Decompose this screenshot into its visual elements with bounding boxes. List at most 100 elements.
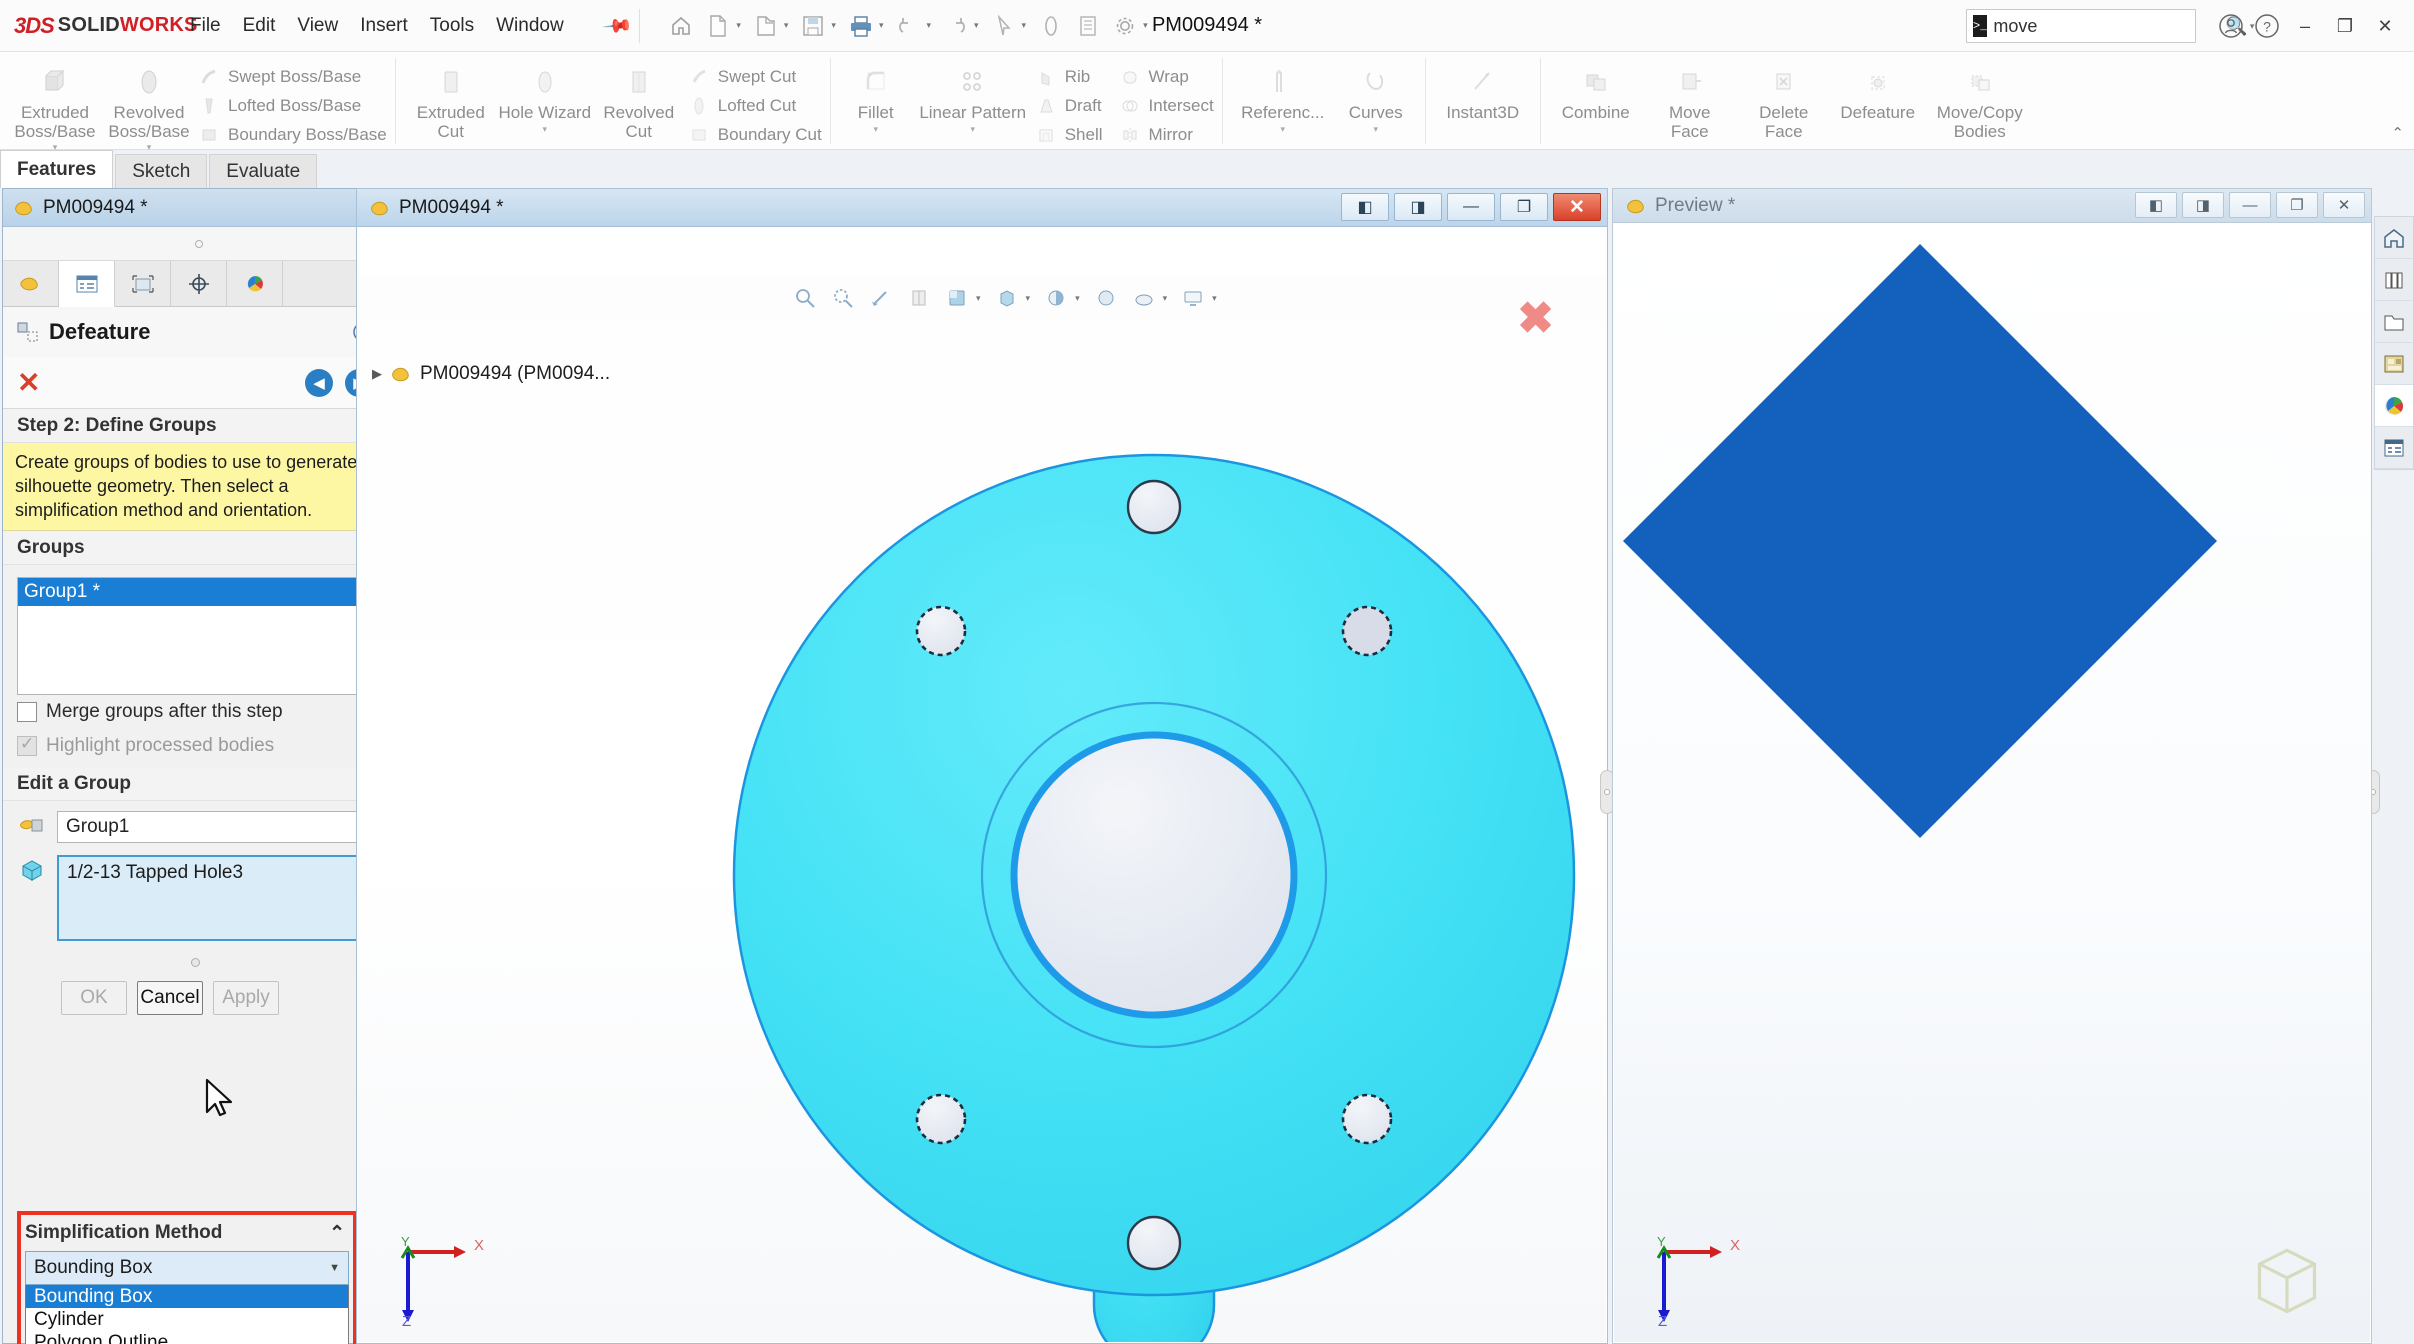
extruded-boss-base-button[interactable]: Extruded Boss/Base ▾ (8, 56, 102, 153)
chevron-down-icon[interactable]: ▾ (543, 124, 548, 135)
option-cylinder[interactable]: Cylinder (26, 1308, 348, 1331)
cancel-button[interactable]: Cancel (137, 981, 203, 1016)
menu-item-edit[interactable]: Edit (243, 15, 276, 37)
chevron-down-icon[interactable]: ▾ (1143, 20, 1148, 31)
chevron-down-icon[interactable]: ▾ (1280, 124, 1285, 135)
red-x-icon[interactable]: ✕ (17, 368, 40, 397)
menu-item-insert[interactable]: Insert (360, 15, 408, 37)
maximize-button[interactable]: ❐ (2276, 192, 2318, 218)
menu-item-tools[interactable]: Tools (430, 15, 474, 37)
menu-item-view[interactable]: View (297, 15, 338, 37)
task-pane-home-icon[interactable] (2375, 217, 2413, 259)
mirror-button[interactable]: Mirror (1117, 120, 1214, 149)
close-button[interactable]: ✕ (2323, 192, 2365, 218)
fillet-button[interactable]: Fillet ▾ (839, 56, 913, 135)
groups-listbox[interactable]: Group1 * (17, 577, 373, 696)
collapse-left-button[interactable]: ◧ (2135, 192, 2177, 218)
dimxpert-manager-tab[interactable] (171, 261, 227, 307)
select-icon[interactable] (987, 9, 1021, 43)
wrap-button[interactable]: Wrap (1117, 62, 1214, 91)
swept-boss-base-button[interactable]: Swept Boss/Base (196, 62, 387, 91)
restore-button[interactable]: ❐ (2326, 9, 2364, 43)
chevron-down-icon[interactable]: ▾ (873, 124, 878, 135)
simplification-method-combobox[interactable]: Bounding Box ▼ Bounding Box Cylinder Pol… (25, 1251, 349, 1344)
lofted-cut-button[interactable]: Lofted Cut (686, 91, 822, 120)
minimize-button[interactable]: – (2286, 9, 2324, 43)
boundary-boss-base-button[interactable]: Boundary Boss/Base (196, 120, 387, 149)
collapse-left-button[interactable]: ◧ (1341, 193, 1389, 221)
help-question-icon[interactable]: ? (2250, 9, 2284, 43)
intersect-button[interactable]: Intersect (1117, 91, 1214, 120)
chevron-down-icon[interactable]: ▾ (831, 20, 836, 31)
simplification-method-options[interactable]: Bounding Box Cylinder Polygon Outline Ti… (25, 1285, 349, 1344)
maximize-button[interactable]: ❐ (1500, 193, 1548, 221)
lofted-boss-base-button[interactable]: Lofted Boss/Base (196, 91, 387, 120)
chevron-down-icon[interactable]: ▾ (970, 124, 975, 135)
option-bounding-box[interactable]: Bounding Box (26, 1285, 348, 1308)
linear-pattern-button[interactable]: Linear Pattern ▾ (913, 56, 1033, 135)
preview-canvas[interactable]: X Z Y (1614, 223, 2370, 1342)
print-icon[interactable] (844, 9, 878, 43)
chevron-up-icon[interactable]: ⌃ (329, 1222, 345, 1245)
merge-groups-checkbox-row[interactable]: Merge groups after this step (3, 695, 387, 729)
chevron-down-icon[interactable]: ▾ (736, 20, 741, 31)
options-gear-icon[interactable] (1108, 9, 1142, 43)
property-manager-tab[interactable] (59, 261, 115, 307)
shell-button[interactable]: Shell (1033, 120, 1103, 149)
chevron-down-icon[interactable]: ▾ (1373, 124, 1378, 135)
hole-wizard-button[interactable]: Hole Wizard ▾ (498, 56, 592, 135)
part-model-graphic[interactable] (358, 275, 1606, 1342)
rib-button[interactable]: Rib (1033, 62, 1103, 91)
boundary-cut-button[interactable]: Boundary Cut (686, 120, 822, 149)
custom-properties-icon[interactable] (2375, 427, 2413, 469)
chevron-down-icon[interactable]: ▾ (879, 20, 884, 31)
tab-features[interactable]: Features (0, 150, 114, 188)
group-bodies-selectbox[interactable]: 1/2-13 Tapped Hole3 (57, 855, 373, 942)
swept-cut-button[interactable]: Swept Cut (686, 62, 822, 91)
home-icon[interactable] (664, 9, 698, 43)
curves-button[interactable]: Curves ▾ (1335, 56, 1417, 135)
menu-bar[interactable]: File Edit View Insert Tools Window 📌 (190, 10, 633, 41)
search-field[interactable] (1993, 15, 2226, 37)
draft-button[interactable]: Draft (1033, 91, 1103, 120)
save-icon[interactable] (796, 9, 830, 43)
new-document-icon[interactable] (701, 9, 735, 43)
view-cube-icon[interactable] (2250, 1244, 2324, 1318)
property-manager-grip[interactable] (3, 227, 387, 261)
configuration-manager-tab[interactable] (115, 261, 171, 307)
chevron-down-icon[interactable]: ▾ (974, 20, 979, 31)
account-circle-icon[interactable] (2214, 9, 2248, 43)
minimize-button[interactable]: — (2229, 192, 2271, 218)
undo-icon[interactable] (891, 9, 925, 43)
menu-item-file[interactable]: File (190, 15, 221, 37)
defeature-button[interactable]: Defeature (1831, 56, 1925, 123)
list-item[interactable]: Group1 * (18, 578, 372, 607)
chevron-down-icon[interactable]: ▼ (329, 1262, 340, 1274)
close-button[interactable]: ✕ (2366, 9, 2404, 43)
display-manager-tab[interactable] (227, 261, 283, 307)
menu-item-window[interactable]: Window (496, 15, 564, 37)
close-button[interactable]: ✕ (1553, 193, 1601, 221)
extruded-cut-button[interactable]: Extruded Cut (404, 56, 498, 141)
collapse-ribbon-button[interactable]: ⌃ (2391, 124, 2404, 142)
feature-manager-tree-tab[interactable] (3, 261, 59, 307)
combine-button[interactable]: Combine (1549, 56, 1643, 123)
chevron-down-icon[interactable]: ▾ (926, 20, 931, 31)
minimize-button[interactable]: — (1447, 193, 1495, 221)
quick-access-toolbar[interactable]: ▾ ▾ ▾ ▾ ▾ ▾ ▾ ▾ (664, 9, 1152, 43)
reference-geometry-button[interactable]: Referenc... ▾ (1231, 56, 1335, 135)
file-explorer-icon[interactable] (2375, 301, 2413, 343)
apply-button[interactable]: Apply (213, 981, 279, 1016)
search-input[interactable]: >_ 🔍 ▾ (1966, 9, 2254, 43)
revolved-boss-base-button[interactable]: Revolved Boss/Base ▾ (102, 56, 196, 153)
option-polygon-outline[interactable]: Polygon Outline (26, 1331, 348, 1344)
pin-icon[interactable]: 📌 (601, 9, 635, 43)
simplification-method-selected[interactable]: Bounding Box ▼ (25, 1251, 349, 1285)
delete-face-button[interactable]: Delete Face (1737, 56, 1831, 141)
revolved-cut-button[interactable]: Revolved Cut (592, 56, 686, 141)
open-document-icon[interactable] (749, 9, 783, 43)
rebuild-icon[interactable] (1034, 9, 1068, 43)
ok-button[interactable]: OK (61, 981, 127, 1016)
graphics-canvas[interactable]: ▾ ▾ ▾ ▾ ▾ ✖ ▶ PM009494 (PM0094... X Z Y (358, 275, 1606, 1342)
resize-grip[interactable] (3, 951, 387, 973)
